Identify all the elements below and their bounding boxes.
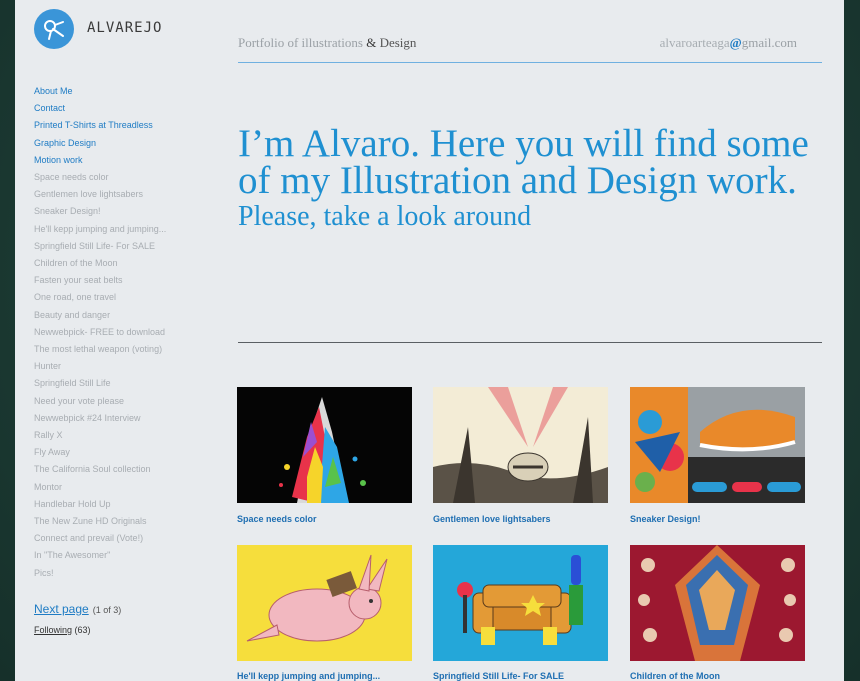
sidebar-post-link[interactable]: Newwebpick- FREE to download [34, 324, 209, 341]
sidebar-post-link[interactable]: One road, one travel [34, 289, 209, 306]
gallery-caption[interactable]: Springfield Still Life- For SALE [433, 671, 564, 681]
gallery-thumbnail-sneaker[interactable] [630, 387, 805, 503]
email-domain: gmail.com [741, 35, 797, 50]
gallery-caption[interactable]: Sneaker Design! [630, 514, 701, 524]
sidebar-nav-link[interactable]: Printed T-Shirts at Threadless [34, 117, 209, 134]
sidebar-post-link[interactable]: The most lethal weapon (voting) [34, 341, 209, 358]
gallery-caption[interactable]: Gentlemen love lightsabers [433, 514, 551, 524]
sidebar-post-link[interactable]: Space needs color [34, 169, 209, 186]
sidebar-post-link[interactable]: Fasten your seat belts [34, 272, 209, 289]
sidebar-post-link[interactable]: Handlebar Hold Up [34, 496, 209, 513]
following-count: (63) [74, 625, 91, 635]
gallery-thumbnail-rabbit[interactable] [237, 545, 412, 661]
sidebar-nav-link[interactable]: Motion work [34, 152, 209, 169]
sidebar-post-link[interactable]: Beauty and danger [34, 307, 209, 324]
sidebar-post-link[interactable]: Sneaker Design! [34, 203, 209, 220]
sidebar-post-link[interactable]: In "The Awesomer" [34, 547, 209, 564]
tagline-text: Portfolio of illustrations [238, 35, 363, 50]
gallery-caption[interactable]: Space needs color [237, 514, 317, 524]
logo-icon[interactable] [34, 9, 74, 49]
sidebar-links: About Me Contact Printed T-Shirts at Threa… [34, 83, 209, 582]
tagline-amp: & [366, 35, 377, 50]
sidebar-post-link[interactable]: Gentlemen love lightsabers [34, 186, 209, 203]
sidebar-post-link[interactable]: Springfield Still Life [34, 375, 209, 392]
sidebar-post-link[interactable]: Springfield Still Life- For SALE [34, 238, 209, 255]
page-count: (1 of 3) [92, 605, 122, 615]
site-tagline: Portfolio of illustrations & Design [238, 35, 416, 51]
site-logo-text[interactable]: ALVAREJO [87, 20, 162, 36]
sidebar-nav-link[interactable]: Graphic Design [34, 135, 209, 152]
sidebar-post-link[interactable]: Montor [34, 479, 209, 496]
sidebar-nav-link[interactable]: Contact [34, 100, 209, 117]
gallery-caption[interactable]: Children of the Moon [630, 671, 720, 681]
sidebar-post-link[interactable]: The New Zune HD Originals [34, 513, 209, 530]
sidebar-post-link[interactable]: Rally X [34, 427, 209, 444]
sidebar-nav-link[interactable]: About Me [34, 83, 209, 100]
sidebar-post-link[interactable]: Need your vote please [34, 393, 209, 410]
hero-subline: Please, take a look around [238, 201, 532, 232]
sidebar-post-link[interactable]: Hunter [34, 358, 209, 375]
portfolio-page: ALVAREJO About Me Contact Printed T-Shirts… [15, 0, 844, 681]
next-page-link[interactable]: Next page [34, 602, 89, 616]
gallery-thumbnail-lightsabers[interactable] [433, 387, 608, 503]
email-at: @ [729, 35, 742, 50]
sidebar-post-link[interactable]: The California Soul collection [34, 461, 209, 478]
gallery-thumbnail-moon[interactable] [630, 545, 805, 661]
email-link[interactable]: alvaroarteaga@gmail.com [660, 35, 797, 51]
gallery-caption[interactable]: He'll kepp jumping and jumping... [237, 671, 380, 681]
tagline-design: Design [379, 35, 417, 50]
following-link[interactable]: Following [34, 625, 72, 635]
sidebar-post-link[interactable]: Connect and prevail (Vote!) [34, 530, 209, 547]
gallery-thumbnail-couch[interactable] [433, 545, 608, 661]
hero: I’m Alvaro. Here you will find some of m… [238, 122, 818, 233]
hero-headline: I’m Alvaro. Here you will find some of m… [238, 122, 809, 202]
following: Following (63) [34, 625, 91, 635]
pagination: Next page (1 of 3) [34, 602, 121, 616]
sidebar-post-link[interactable]: Pics! [34, 565, 209, 582]
sidebar-post-link[interactable]: Newwebpick #24 Interview [34, 410, 209, 427]
sidebar-post-link[interactable]: Fly Away [34, 444, 209, 461]
hero-divider [238, 342, 822, 343]
gallery-thumbnail-space[interactable] [237, 387, 412, 503]
email-user: alvaroarteaga [659, 35, 730, 50]
sidebar-post-link[interactable]: Children of the Moon [34, 255, 209, 272]
sidebar-post-link[interactable]: He'll kepp jumping and jumping... [34, 221, 209, 238]
header-divider [238, 62, 822, 63]
